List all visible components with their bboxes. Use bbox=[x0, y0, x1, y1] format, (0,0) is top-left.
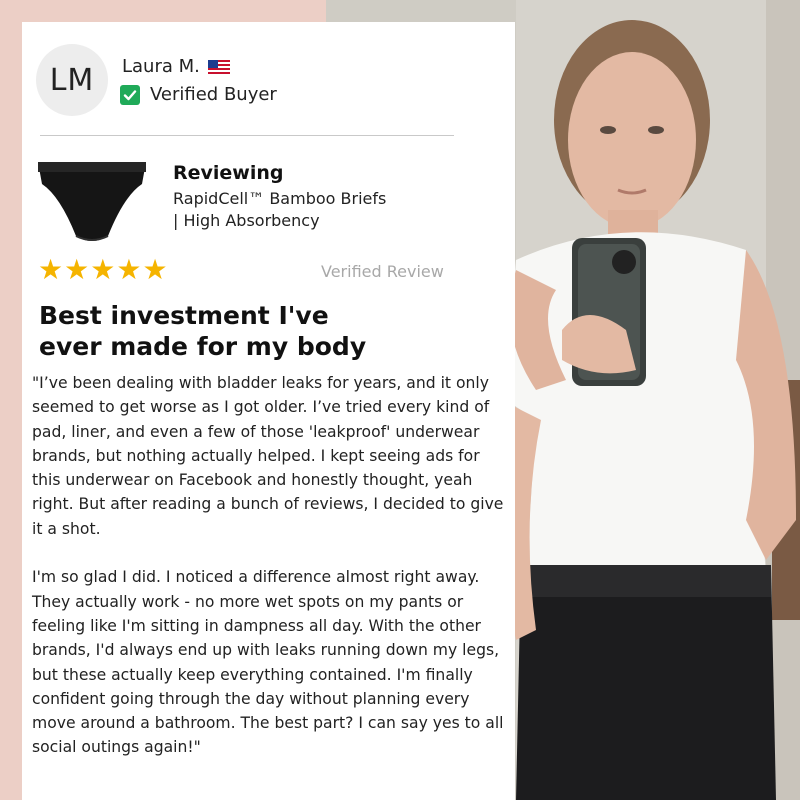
star-icon: ★ bbox=[90, 253, 116, 286]
star-icon: ★ bbox=[64, 253, 90, 286]
star-icon: ★ bbox=[38, 253, 64, 286]
star-rating: ★ ★ ★ ★ ★ bbox=[38, 256, 168, 284]
avatar-initials: LM bbox=[49, 62, 95, 98]
product-name-line2: | High Absorbency bbox=[173, 211, 320, 230]
reviewing-label: Reviewing bbox=[173, 162, 284, 184]
star-icon: ★ bbox=[116, 253, 142, 286]
product-name: RapidCell™ Bamboo Briefs | High Absorben… bbox=[173, 188, 413, 232]
us-flag-icon bbox=[207, 59, 230, 74]
verified-review-label: Verified Review bbox=[321, 262, 444, 281]
verified-buyer-label: Verified Buyer bbox=[150, 84, 277, 105]
review-card: LM Laura M. Verified Buyer Reviewing Rap… bbox=[22, 22, 515, 800]
review-headline: Best investment I've ever made for my bo… bbox=[39, 301, 367, 361]
divider bbox=[40, 135, 454, 136]
reviewer-name-row: Laura M. bbox=[122, 56, 230, 77]
star-icon: ★ bbox=[142, 253, 168, 286]
product-image bbox=[34, 154, 150, 254]
reviewer-name: Laura M. bbox=[122, 56, 200, 77]
product-name-line1: RapidCell™ Bamboo Briefs bbox=[173, 189, 387, 208]
review-paragraph: "I’ve been dealing with bladder leaks fo… bbox=[32, 374, 504, 538]
avatar: LM bbox=[36, 44, 108, 116]
verified-buyer-badge: Verified Buyer bbox=[120, 84, 277, 105]
review-paragraph: I'm so glad I did. I noticed a differenc… bbox=[32, 568, 504, 757]
review-body: "I’ve been dealing with bladder leaks fo… bbox=[32, 371, 510, 760]
check-icon bbox=[120, 84, 140, 105]
